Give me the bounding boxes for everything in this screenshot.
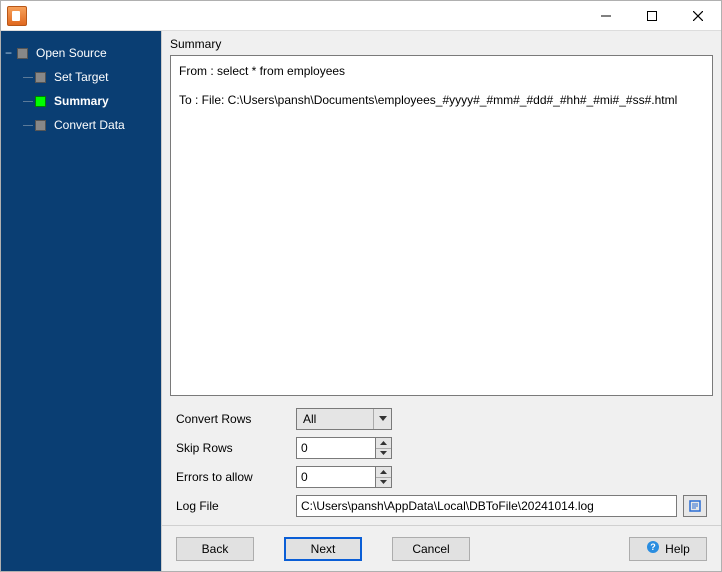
skip-rows-spinbox[interactable] xyxy=(296,437,392,459)
sidebar-item-label: Summary xyxy=(54,94,109,108)
sidebar-item-label: Convert Data xyxy=(54,118,125,132)
summary-heading: Summary xyxy=(162,31,721,55)
errors-spinbox[interactable] xyxy=(296,466,392,488)
back-button[interactable]: Back xyxy=(176,537,254,561)
summary-text-area[interactable]: From : select * from employees To : File… xyxy=(170,55,713,396)
button-label: Back xyxy=(202,542,229,556)
spin-down-button[interactable] xyxy=(376,478,391,488)
button-label: Next xyxy=(311,542,336,556)
sidebar-item-set-target[interactable]: Set Target xyxy=(1,65,161,89)
button-label: Help xyxy=(665,542,690,556)
convert-rows-value: All xyxy=(297,412,373,426)
wizard-body: − Open Source Set Target Summary Convert… xyxy=(1,31,721,571)
app-icon xyxy=(7,6,27,26)
spin-up-button[interactable] xyxy=(376,438,391,449)
wizard-sidebar: − Open Source Set Target Summary Convert… xyxy=(1,31,161,571)
button-label: Cancel xyxy=(412,542,449,556)
logfile-label: Log File xyxy=(176,499,296,513)
step-bullet-icon xyxy=(35,120,46,131)
summary-from-line: From : select * from employees xyxy=(179,62,704,81)
errors-label: Errors to allow xyxy=(176,470,296,484)
sidebar-item-open-source[interactable]: − Open Source xyxy=(1,41,161,65)
main-panel: Summary From : select * from employees T… xyxy=(161,31,721,571)
close-button[interactable] xyxy=(675,1,721,31)
next-button[interactable]: Next xyxy=(284,537,362,561)
sidebar-item-summary[interactable]: Summary xyxy=(1,89,161,113)
help-button[interactable]: ? Help xyxy=(629,537,707,561)
maximize-button[interactable] xyxy=(629,1,675,31)
options-form: Convert Rows All Skip Rows xyxy=(162,404,721,525)
wizard-button-bar: Back Next Cancel ? Help xyxy=(162,525,721,571)
skip-rows-input[interactable] xyxy=(297,438,375,458)
sidebar-item-convert-data[interactable]: Convert Data xyxy=(1,113,161,137)
app-window: − Open Source Set Target Summary Convert… xyxy=(0,0,722,572)
spin-down-button[interactable] xyxy=(376,449,391,459)
spin-up-button[interactable] xyxy=(376,467,391,478)
sidebar-item-label: Set Target xyxy=(54,70,108,84)
chevron-down-icon xyxy=(373,409,391,429)
convert-rows-label: Convert Rows xyxy=(176,412,296,426)
step-bullet-icon xyxy=(17,48,28,59)
errors-input[interactable] xyxy=(297,467,375,487)
browse-log-button[interactable] xyxy=(683,495,707,517)
sidebar-item-label: Open Source xyxy=(36,46,107,60)
svg-text:?: ? xyxy=(650,542,656,552)
help-icon: ? xyxy=(646,540,660,557)
minimize-button[interactable] xyxy=(583,1,629,31)
cancel-button[interactable]: Cancel xyxy=(392,537,470,561)
titlebar xyxy=(1,1,721,31)
step-bullet-icon xyxy=(35,72,46,83)
summary-to-line: To : File: C:\Users\pansh\Documents\empl… xyxy=(179,91,704,110)
skip-rows-label: Skip Rows xyxy=(176,441,296,455)
logfile-input[interactable] xyxy=(296,495,677,517)
step-bullet-icon xyxy=(35,96,46,107)
tree-collapse-icon: − xyxy=(5,47,12,59)
convert-rows-dropdown[interactable]: All xyxy=(296,408,392,430)
